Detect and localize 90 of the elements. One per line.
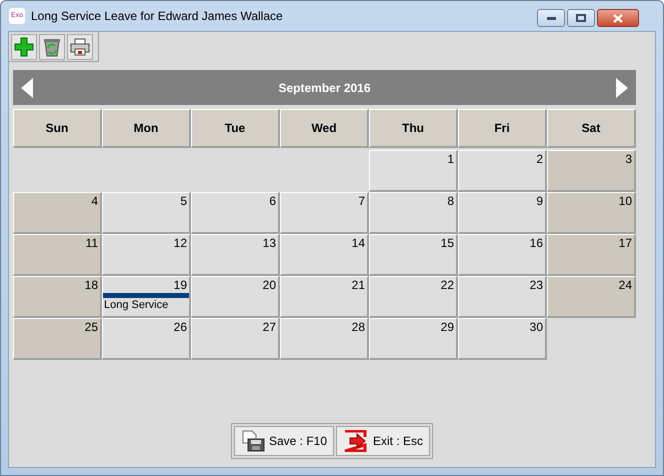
- day-cell[interactable]: 7: [280, 192, 369, 234]
- day-number: 12: [174, 235, 188, 250]
- weekday-header: Sun: [13, 109, 102, 148]
- printer-icon: [70, 38, 90, 56]
- maximize-button[interactable]: [567, 9, 595, 27]
- day-cell[interactable]: 28: [280, 318, 369, 360]
- event-label: Long Service: [103, 298, 170, 312]
- exit-door-icon: [343, 430, 369, 452]
- day-cell[interactable]: 23: [458, 276, 547, 318]
- day-cell[interactable]: 19 Long Service: [102, 276, 191, 318]
- day-number: 11: [86, 235, 99, 250]
- floppy-disk-icon: [240, 430, 265, 452]
- minimize-icon: [546, 16, 556, 20]
- day-number: 14: [352, 235, 366, 250]
- day-cell[interactable]: 5: [102, 192, 191, 234]
- day-number: 5: [180, 193, 188, 208]
- day-number: 22: [440, 277, 455, 292]
- day-number: 28: [352, 319, 366, 334]
- day-cell[interactable]: 29: [369, 318, 458, 360]
- right-arrow-icon: [616, 78, 628, 98]
- print-button[interactable]: [67, 34, 93, 60]
- day-cell[interactable]: 12: [102, 234, 191, 276]
- day-cell[interactable]: 1: [369, 150, 458, 192]
- day-number: 3: [625, 151, 633, 166]
- weekday-header: Thu: [369, 109, 458, 148]
- bin-refresh-icon: [43, 37, 61, 57]
- weekday-header: Fri: [458, 109, 547, 148]
- day-number: 15: [440, 235, 455, 250]
- close-icon: [613, 14, 623, 22]
- save-button[interactable]: Save : F10: [234, 426, 334, 456]
- day-number: 20: [262, 277, 277, 292]
- day-cell[interactable]: 10: [547, 192, 636, 234]
- day-cell[interactable]: 15: [369, 234, 458, 276]
- day-number: 8: [447, 193, 455, 208]
- day-number: 21: [352, 277, 366, 292]
- weekday-header: Mon: [102, 109, 191, 148]
- day-number: 26: [174, 319, 188, 334]
- day-number: 9: [536, 193, 544, 208]
- day-cell[interactable]: 4: [13, 192, 102, 234]
- day-number: 6: [269, 193, 277, 208]
- day-cell[interactable]: 25: [13, 318, 102, 360]
- weekday-header: Wed: [280, 109, 369, 148]
- weekday-header: Tue: [191, 109, 280, 148]
- day-cell[interactable]: 6: [191, 192, 280, 234]
- day-number: 7: [358, 193, 366, 208]
- refresh-button[interactable]: [39, 34, 65, 60]
- day-cell[interactable]: 30: [458, 318, 547, 360]
- day-number: 19: [174, 277, 188, 292]
- day-cell[interactable]: 24: [547, 276, 636, 318]
- left-arrow-icon: [21, 78, 33, 98]
- day-number: 29: [440, 319, 455, 334]
- day-number: 4: [91, 193, 99, 208]
- day-cell[interactable]: 9: [458, 192, 547, 234]
- day-number: 1: [447, 151, 455, 166]
- day-number: 13: [262, 235, 277, 250]
- weekday-header: Sat: [547, 109, 636, 148]
- day-number: 24: [618, 277, 633, 292]
- day-cell[interactable]: 13: [191, 234, 280, 276]
- day-cell[interactable]: 3: [547, 150, 636, 192]
- close-button[interactable]: [597, 9, 639, 27]
- day-cell[interactable]: 8: [369, 192, 458, 234]
- day-cell[interactable]: 27: [191, 318, 280, 360]
- day-number: 16: [530, 235, 544, 250]
- day-number: 10: [618, 193, 633, 208]
- day-cell[interactable]: 2: [458, 150, 547, 192]
- day-number: 25: [84, 319, 99, 334]
- previous-month-button[interactable]: [21, 78, 33, 98]
- plus-icon: [14, 37, 34, 57]
- day-number: 2: [536, 151, 544, 166]
- day-number: 18: [84, 277, 99, 292]
- day-number: 23: [530, 277, 544, 292]
- day-number: 27: [262, 319, 277, 334]
- day-number: 30: [530, 319, 544, 334]
- day-cell[interactable]: 21: [280, 276, 369, 318]
- day-cell[interactable]: 14: [280, 234, 369, 276]
- day-cell[interactable]: 11: [13, 234, 102, 276]
- day-cell[interactable]: 20: [191, 276, 280, 318]
- add-button[interactable]: [11, 34, 37, 60]
- day-cell[interactable]: 16: [458, 234, 547, 276]
- day-cell[interactable]: 26: [102, 318, 191, 360]
- day-cell[interactable]: 22: [369, 276, 458, 318]
- window-title: Long Service Leave for Edward James Wallace: [31, 8, 283, 25]
- day-number: 17: [618, 235, 633, 250]
- next-month-button[interactable]: [616, 78, 628, 98]
- restore-icon: [576, 14, 586, 22]
- day-cell[interactable]: 17: [547, 234, 636, 276]
- exit-button[interactable]: Exit : Esc: [336, 426, 430, 456]
- month-title: September 2016: [278, 80, 371, 96]
- minimize-button[interactable]: [537, 9, 565, 27]
- day-cell[interactable]: 18: [13, 276, 102, 318]
